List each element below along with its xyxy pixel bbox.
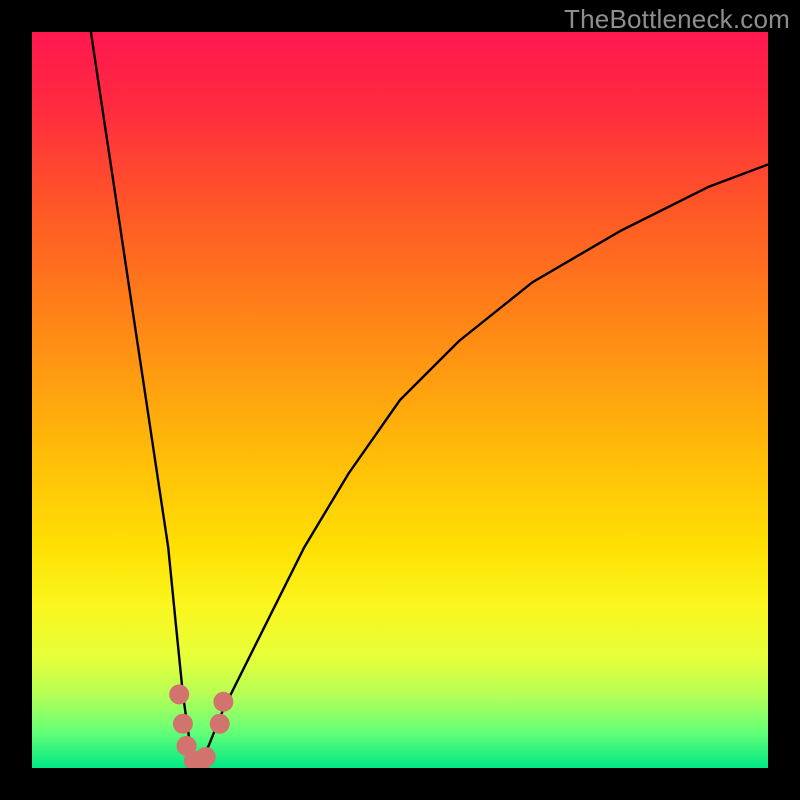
data-marker bbox=[196, 747, 216, 767]
chart-frame: TheBottleneck.com bbox=[0, 0, 800, 800]
data-marker bbox=[169, 684, 189, 704]
data-marker bbox=[173, 714, 193, 734]
watermark-text: TheBottleneck.com bbox=[564, 4, 790, 35]
chart-svg bbox=[32, 32, 768, 768]
plot-area bbox=[32, 32, 768, 768]
data-marker bbox=[210, 714, 230, 734]
data-marker bbox=[213, 692, 233, 712]
